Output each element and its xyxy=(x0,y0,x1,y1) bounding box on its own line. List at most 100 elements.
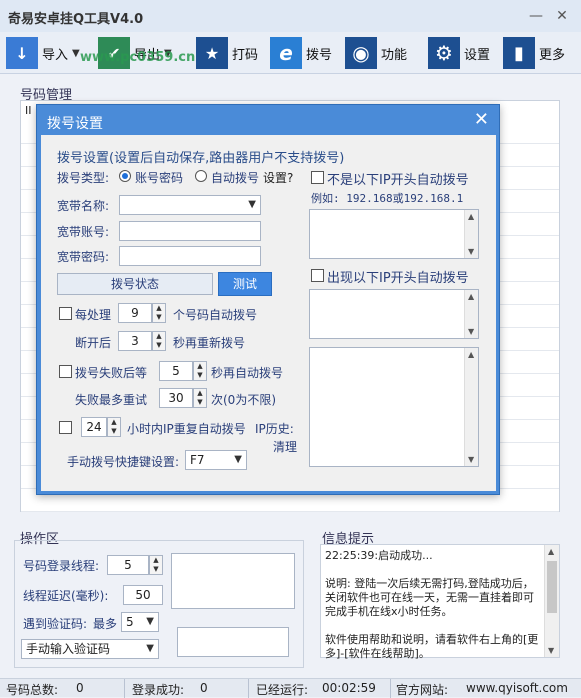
max-retry-suffix: 次(0为不限) xyxy=(211,393,276,407)
fail-wait-stepper[interactable]: ▲ ▼ xyxy=(193,361,207,381)
disconnect-after-stepper[interactable]: ▲ ▼ xyxy=(152,331,166,351)
settings-label: 设置 xyxy=(464,47,491,63)
broadband-account-input[interactable] xyxy=(119,221,261,241)
scrollbar[interactable]: ▲ ▼ xyxy=(544,545,559,657)
import-label: 导入 xyxy=(42,47,69,63)
operation-panel: 号码登录线程: 5 ▲ ▼ 线程延迟(毫秒): 50 遇到验证码: 最多 5 ▼ 手… xyxy=(14,540,304,668)
scrollbar[interactable]: ▲ ▼ xyxy=(464,348,478,466)
scroll-up-icon[interactable]: ▲ xyxy=(548,547,554,556)
scroll-up-icon[interactable]: ▲ xyxy=(468,212,474,221)
fail-wait-checkbox[interactable] xyxy=(59,365,72,378)
total-label: 号码总数: xyxy=(6,683,59,697)
max-select[interactable]: 5 ▼ xyxy=(121,612,159,632)
dialog-body: 拨号设置(设置后自动保存,路由器用户不支持拨号) 拨号类型: 账号密码 自动拨号… xyxy=(41,135,496,491)
radio-auto-dial[interactable] xyxy=(195,170,207,182)
grid-header-stub: II xyxy=(25,104,32,117)
login-threads-label: 号码登录线程: xyxy=(23,559,100,573)
settings-button[interactable]: ⚙ 设置 xyxy=(428,36,490,70)
hotkey-label: 手动拨号快捷键设置: xyxy=(67,455,180,469)
broadband-name-select[interactable]: ▼ xyxy=(119,195,261,215)
hours-input[interactable]: 24 xyxy=(81,417,107,437)
scroll-down-icon[interactable]: ▼ xyxy=(548,646,554,655)
process-every-checkbox[interactable] xyxy=(59,307,72,320)
captcha-mode-select[interactable]: 手动输入验证码 ▼ xyxy=(21,639,159,659)
ip-repeat-checkbox[interactable] xyxy=(59,421,72,434)
login-threads-input[interactable]: 5 xyxy=(107,555,149,575)
captcha-image-box xyxy=(171,553,295,609)
scroll-down-icon[interactable]: ▼ xyxy=(468,455,474,464)
test-button[interactable]: 测试 xyxy=(218,272,272,296)
fail-wait-input[interactable]: 5 xyxy=(159,361,193,381)
hotkey-select[interactable]: F7 ▼ xyxy=(185,450,247,470)
import-button[interactable]: ↓ 导入 ▼ xyxy=(6,36,80,70)
example-label: 例如: 192.168或192.168.1 xyxy=(311,192,464,205)
settings-icon: ⚙ xyxy=(428,37,460,69)
success-value: 0 xyxy=(200,681,208,695)
minimize-button[interactable]: — xyxy=(526,6,546,26)
appear-ip-checkbox[interactable] xyxy=(311,269,324,282)
not-ip-textarea[interactable]: ▲ ▼ xyxy=(309,209,479,259)
dial-button[interactable]: e 拨号 xyxy=(270,36,332,70)
dial-type-label: 拨号类型: xyxy=(57,171,110,185)
ip-history-label: IP历史: xyxy=(255,422,294,436)
radio-account-password[interactable] xyxy=(119,170,131,182)
hours-stepper[interactable]: ▲ ▼ xyxy=(107,417,121,437)
site-value[interactable]: www.qyisoft.com xyxy=(466,681,568,695)
max-retry-input[interactable]: 30 xyxy=(159,388,193,408)
max-label: 最多 xyxy=(93,617,118,631)
dial-settings-dialog: 拨号设置 ✕ 拨号设置(设置后自动保存,路由器用户不支持拨号) 拨号类型: 账号… xyxy=(36,104,500,495)
scroll-down-icon[interactable]: ▼ xyxy=(468,327,474,336)
dial-setting-link[interactable]: 设置? xyxy=(263,169,293,186)
max-retry-label: 失败最多重试 xyxy=(75,393,148,407)
function-button[interactable]: ◉ 功能 xyxy=(345,36,407,70)
dialog-close-button[interactable]: ✕ xyxy=(474,109,489,130)
clear-history-link[interactable]: 清理 xyxy=(273,438,297,455)
window-title: 奇易安卓挂Q工具V4.0 xyxy=(8,12,144,27)
dial-label: 拨号 xyxy=(306,47,333,63)
chevron-down-icon: ▼ xyxy=(146,643,154,654)
import-icon: ↓ xyxy=(6,37,38,69)
total-value: 0 xyxy=(76,681,84,695)
fail-wait-suffix: 秒再自动拨号 xyxy=(211,366,284,380)
running-value: 00:02:59 xyxy=(322,681,376,695)
scroll-thumb[interactable] xyxy=(547,561,557,613)
captcha-button[interactable]: ★ 打码 xyxy=(196,36,258,70)
thread-delay-input[interactable]: 50 xyxy=(123,585,163,605)
success-label: 登录成功: xyxy=(132,683,185,697)
chevron-down-icon: ▼ xyxy=(234,454,242,465)
scroll-down-icon[interactable]: ▼ xyxy=(468,247,474,256)
scroll-up-icon[interactable]: ▲ xyxy=(468,350,474,359)
dial-group-title: 拨号设置(设置后自动保存,路由器用户不支持拨号) xyxy=(57,151,345,166)
ie-icon: e xyxy=(270,37,302,69)
login-threads-stepper[interactable]: ▲ ▼ xyxy=(149,555,163,575)
not-ip-label: 不是以下IP开头自动拨号 xyxy=(327,173,469,188)
chevron-down-icon: ▼ xyxy=(146,616,154,627)
star-icon: ★ xyxy=(196,37,228,69)
appear-ip-textarea[interactable]: ▲ ▼ xyxy=(309,289,479,339)
more-button[interactable]: ▮ 更多 xyxy=(503,36,565,70)
scroll-up-icon[interactable]: ▲ xyxy=(468,292,474,301)
dial-status-button[interactable]: 拨号状态 xyxy=(57,273,213,295)
captcha-mode-value: 手动输入验证码 xyxy=(26,642,111,656)
close-window-button[interactable]: ✕ xyxy=(552,6,572,26)
disc-icon: ◉ xyxy=(345,37,377,69)
hours-suffix: 小时内IP重复自动拨号 xyxy=(127,422,246,436)
scrollbar[interactable]: ▲ ▼ xyxy=(464,210,478,258)
info-panel[interactable]: 22:25:39:启动成功... 说明: 登陆一次后续无需打码,登陆成功后，关闭… xyxy=(320,544,560,660)
not-ip-checkbox[interactable] xyxy=(311,171,324,184)
ip-history-textarea[interactable]: ▲ ▼ xyxy=(309,347,479,467)
broadband-password-label: 宽带密码: xyxy=(57,250,110,264)
status-bar: 号码总数: 0 登录成功: 0 已经运行: 00:02:59 官方网站: www… xyxy=(0,678,581,698)
process-every-stepper[interactable]: ▲ ▼ xyxy=(152,303,166,323)
captcha-input[interactable] xyxy=(177,627,289,657)
process-every-input[interactable]: 9 xyxy=(118,303,152,323)
broadband-password-input[interactable] xyxy=(119,246,261,266)
process-every-suffix: 个号码自动拨号 xyxy=(173,308,258,322)
scrollbar[interactable]: ▲ ▼ xyxy=(464,290,478,338)
radio-account-label: 账号密码 xyxy=(135,171,184,185)
max-retry-stepper[interactable]: ▲ ▼ xyxy=(193,388,207,408)
chevron-down-icon[interactable]: ▼ xyxy=(72,48,80,59)
disconnect-after-input[interactable]: 3 xyxy=(118,331,152,351)
thread-delay-label: 线程延迟(毫秒): xyxy=(23,589,109,603)
process-every-label: 每处理 xyxy=(75,308,112,322)
